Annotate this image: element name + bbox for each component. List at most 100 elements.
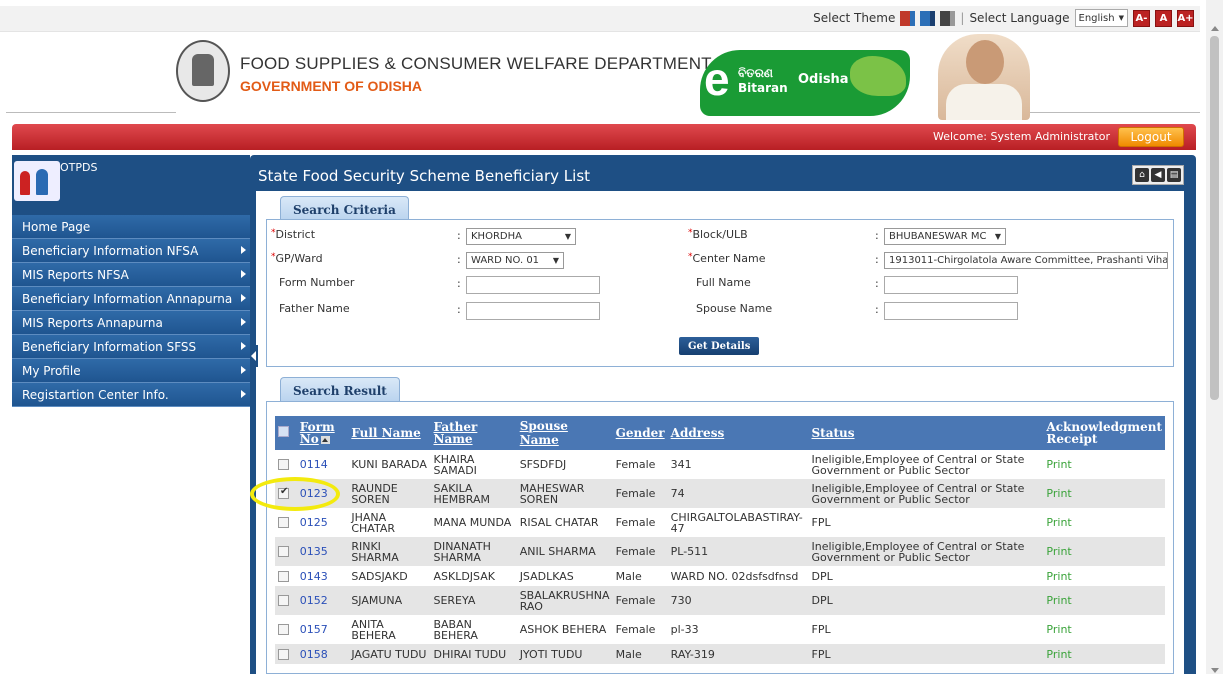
print-receipt-link[interactable]: Print <box>1046 648 1071 661</box>
cell-gender: Female <box>612 615 668 644</box>
select-language-label: Select Language <box>969 11 1070 25</box>
sidebar-item-mis-nfsa[interactable]: MIS Reports NFSA <box>12 263 250 287</box>
font-decrease-button[interactable]: A- <box>1133 9 1150 27</box>
font-normal-button[interactable]: A <box>1155 9 1172 27</box>
form-number-link[interactable]: 0114 <box>300 458 328 471</box>
cell-address: 341 <box>667 450 809 479</box>
cell-address: WARD NO. 02dsfsdfnsd <box>667 566 809 586</box>
address-header[interactable]: Address <box>667 416 809 450</box>
full-name-input[interactable] <box>884 276 1018 294</box>
cell-status: FPL <box>808 508 1044 537</box>
ebitaran-logo-e: e <box>704 53 730 105</box>
cell-full-name: JHANA CHATAR <box>348 508 431 537</box>
sort-ascending-icon[interactable] <box>320 435 330 444</box>
scroll-down-arrow-icon[interactable] <box>1211 668 1219 673</box>
full-name-header[interactable]: Full Name <box>348 416 431 450</box>
font-increase-button[interactable]: A+ <box>1177 9 1194 27</box>
row-checkbox[interactable] <box>278 570 289 582</box>
form-number-link[interactable]: 0135 <box>300 545 328 558</box>
ebitaran-logo-bitaran: Bitaran <box>738 81 788 95</box>
chevron-right-icon <box>241 318 246 326</box>
logout-button[interactable]: Logout <box>1118 127 1184 147</box>
cell-father-name: SAKILA HEMBRAM <box>430 479 517 508</box>
spouse-name-input[interactable] <box>884 302 1018 320</box>
spouse-name-header[interactable]: Spouse Name <box>516 416 613 450</box>
table-row: 0157 ANITA BEHERA BABAN BEHERA ASHOK BEHERA… <box>275 615 1165 644</box>
gp-ward-label: *GP/Ward <box>271 252 323 265</box>
cell-address: CHIRGALTOLABASTIRAY-47 <box>667 508 809 537</box>
scrollbar-thumb[interactable] <box>1210 36 1219 400</box>
form-number-link[interactable]: 0152 <box>300 594 328 607</box>
sidebar-item-beneficiary-nfsa[interactable]: Beneficiary Information NFSA <box>12 239 250 263</box>
print-receipt-link[interactable]: Print <box>1046 545 1071 558</box>
sidebar-item-my-profile[interactable]: My Profile <box>12 359 250 383</box>
center-name-select[interactable]: 1913011-Chirgolatola Aware Committee, Pr… <box>884 252 1168 269</box>
topbar-separator: | <box>960 11 965 25</box>
print-receipt-link[interactable]: Print <box>1046 516 1071 529</box>
row-checkbox[interactable] <box>278 595 289 607</box>
sidebar-item-beneficiary-sfss[interactable]: Beneficiary Information SFSS <box>12 335 250 359</box>
sidebar-collapse-toggle[interactable] <box>250 345 258 367</box>
form-number-link[interactable]: 0157 <box>300 623 328 636</box>
cell-form: 0135 <box>296 537 349 566</box>
window-scrollbar[interactable] <box>1206 0 1223 674</box>
cell-status: Ineligible,Employee of Central or State … <box>808 537 1044 566</box>
cell-full-name: SJAMUNA <box>348 586 431 615</box>
row-checkbox[interactable] <box>278 517 289 529</box>
block-select[interactable]: BHUBANESWAR MC ▼ <box>884 228 1006 245</box>
cell-address: pl-33 <box>667 615 809 644</box>
sidebar-item-beneficiary-annapurna[interactable]: Beneficiary Information Annapurna <box>12 287 250 311</box>
home-icon[interactable]: ⌂ <box>1135 168 1149 182</box>
cell-full-name: SADSJAKD <box>348 566 431 586</box>
print-receipt-link[interactable]: Print <box>1046 570 1071 583</box>
father-name-input[interactable] <box>466 302 600 320</box>
print-receipt-link[interactable]: Print <box>1046 458 1071 471</box>
print-receipt-link[interactable]: Print <box>1046 623 1071 636</box>
print-icon[interactable]: ▤ <box>1167 168 1181 182</box>
cell-spouse-name: RISAL CHATAR <box>516 508 613 537</box>
cell-father-name: KHAIRA SAMADI <box>430 450 517 479</box>
gp-ward-select[interactable]: WARD NO. 01 ▼ <box>466 252 564 269</box>
scroll-up-arrow-icon[interactable] <box>1211 26 1219 31</box>
chevron-down-icon: ▼ <box>1118 14 1124 22</box>
form-number-link[interactable]: 0143 <box>300 570 328 583</box>
cell-father-name: SEREYA <box>430 586 517 615</box>
form-number-link[interactable]: 0125 <box>300 516 328 529</box>
select-all-checkbox[interactable] <box>278 426 289 437</box>
row-checkbox[interactable] <box>278 624 289 636</box>
sidebar-item-registration-center[interactable]: Registartion Center Info. <box>12 383 250 407</box>
father-name-header[interactable]: Father Name <box>430 416 517 450</box>
full-name-label: Full Name <box>696 276 751 289</box>
language-select[interactable]: English ▼ <box>1074 9 1128 27</box>
get-details-button[interactable]: Get Details <box>679 337 760 355</box>
gender-header[interactable]: Gender <box>612 416 668 450</box>
cell-spouse-name: JYOTI TUDU <box>516 644 613 664</box>
theme-red-swatch[interactable] <box>900 10 916 26</box>
form-number-input[interactable] <box>466 276 600 294</box>
chevron-down-icon: ▼ <box>552 256 559 265</box>
cell-form: 0143 <box>296 566 349 586</box>
form-number-link[interactable]: 0158 <box>300 648 328 661</box>
sidebar-item-mis-annapurna[interactable]: MIS Reports Annapurna <box>12 311 250 335</box>
cell-full-name: ANITA BEHERA <box>348 615 431 644</box>
theme-blue-swatch[interactable] <box>920 10 936 26</box>
select-theme-label: Select Theme <box>813 11 896 25</box>
sidebar-item-home[interactable]: Home Page <box>12 215 250 239</box>
print-receipt-link[interactable]: Print <box>1046 487 1071 500</box>
print-receipt-link[interactable]: Print <box>1046 594 1071 607</box>
cell-spouse-name: MAHESWAR SOREN <box>516 479 613 508</box>
theme-dark-swatch[interactable] <box>940 10 956 26</box>
row-checkbox[interactable] <box>278 546 289 558</box>
sidebar-item-label: Beneficiary Information SFSS <box>22 339 197 354</box>
district-select[interactable]: KHORDHA ▼ <box>466 228 576 245</box>
row-checkbox[interactable] <box>278 648 289 660</box>
form-no-header[interactable]: Form No <box>296 416 349 450</box>
colon: : <box>875 277 879 290</box>
back-icon[interactable]: ◀ <box>1151 168 1165 182</box>
cell-checkbox <box>275 537 297 566</box>
sidebar-title: OTPDS <box>60 161 98 174</box>
status-header[interactable]: Status <box>808 416 1044 450</box>
row-checkbox[interactable] <box>278 459 289 471</box>
ebitaran-logo: e ବିତରଣ Bitaran Odisha <box>700 50 910 116</box>
cell-gender: Female <box>612 537 668 566</box>
